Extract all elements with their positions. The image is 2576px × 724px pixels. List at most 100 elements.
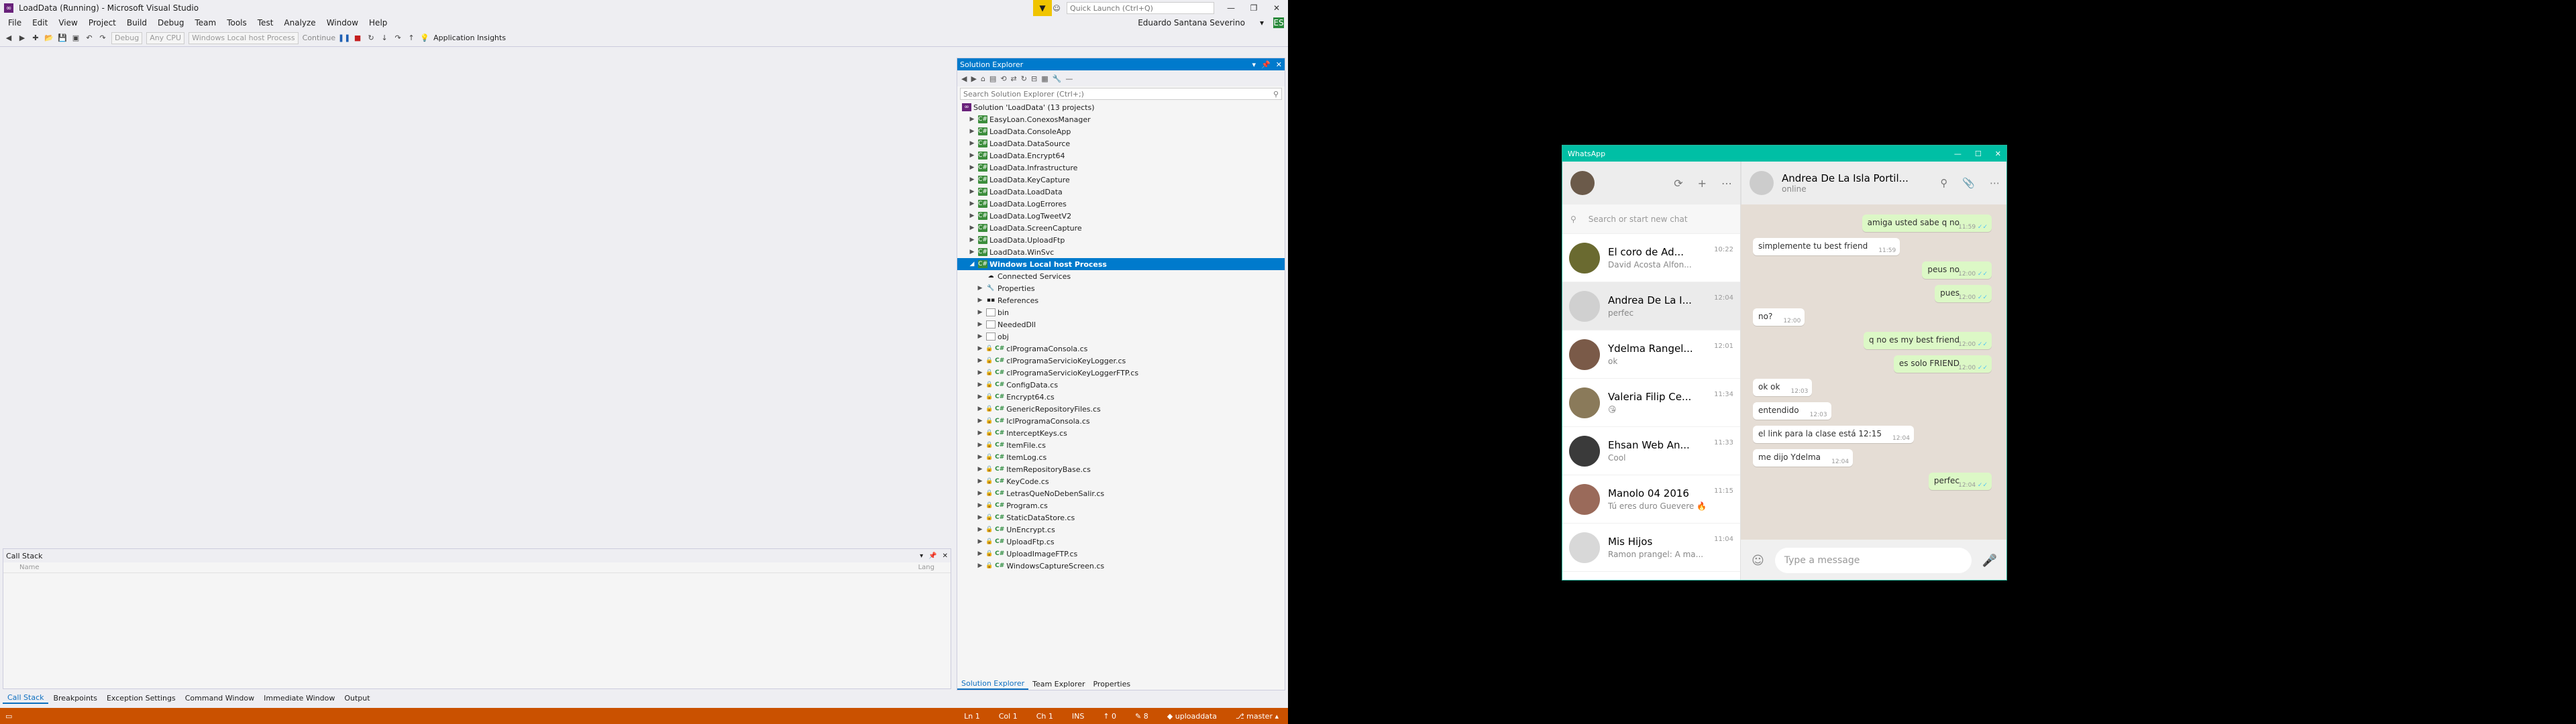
collapsed-arrow-icon[interactable]: ▶ <box>968 200 976 207</box>
tab-output[interactable]: Output <box>339 692 374 704</box>
pin-icon[interactable]: 📌 <box>1261 60 1271 69</box>
project-node[interactable]: ▶ C# LoadData.UploadFtp <box>957 234 1285 246</box>
tab-team-explorer[interactable]: Team Explorer <box>1028 678 1089 690</box>
tab-immediate-window[interactable]: Immediate Window <box>259 692 339 704</box>
project-node[interactable]: ▶ C# LoadData.WinSvc <box>957 246 1285 258</box>
project-item-node[interactable]: ▶ 🔒 C# clProgramaServicioKeyLogger.cs <box>957 355 1285 367</box>
tab-breakpoints[interactable]: Breakpoints <box>48 692 102 704</box>
notification-filter-icon[interactable]: ▼ <box>1033 0 1052 16</box>
feedback-icon[interactable]: ☺ <box>1052 3 1061 13</box>
project-item-node[interactable]: ▶ 🔒 C# UploadImageFTP.cs <box>957 548 1285 560</box>
project-item-node[interactable]: ▶ 🔒 C# ItemRepositoryBase.cs <box>957 463 1285 475</box>
show-all-files-icon[interactable]: ▦ <box>1041 74 1048 83</box>
chat-list-item[interactable]: Ydelma Rangel... 12:01 ok <box>1562 330 1740 379</box>
open-folder-icon[interactable]: 📂 <box>44 34 54 43</box>
menu-project[interactable]: Project <box>83 18 121 27</box>
project-node[interactable]: ▶ C# LoadData.ConsoleApp <box>957 125 1285 137</box>
collapsed-arrow-icon[interactable]: ▶ <box>976 309 984 316</box>
step-out-icon[interactable]: ↑ <box>407 34 416 43</box>
menu-view[interactable]: View <box>53 18 83 27</box>
new-chat-icon[interactable]: + <box>1698 177 1707 190</box>
collapsed-arrow-icon[interactable]: ▶ <box>976 502 984 509</box>
panel-close-icon[interactable]: ✕ <box>943 552 948 560</box>
project-item-node[interactable]: ▶ 🔒 C# clProgramaServicioKeyLoggerFTP.cs <box>957 367 1285 379</box>
restart-icon[interactable]: ↻ <box>366 34 376 43</box>
project-item-node[interactable]: ▶ 🔒 C# UnEncrypt.cs <box>957 524 1285 536</box>
project-item-node[interactable]: ▶ 🔒 C# IclProgramaConsola.cs <box>957 415 1285 427</box>
close-icon[interactable]: ✕ <box>1265 0 1288 16</box>
collapsed-arrow-icon[interactable]: ▶ <box>976 357 984 364</box>
minimize-icon[interactable]: — <box>1954 149 1962 158</box>
project-item-node[interactable]: ▶ 🔒 C# ConfigData.cs <box>957 379 1285 391</box>
collapsed-arrow-icon[interactable]: ▶ <box>976 490 984 497</box>
project-item-node[interactable]: ▶ 🔒 C# LetrasQueNoDebenSalir.cs <box>957 487 1285 499</box>
project-item-node[interactable]: ▶ 🔒 C# KeyCode.cs <box>957 475 1285 487</box>
profile-avatar[interactable] <box>1570 171 1595 195</box>
redo-icon[interactable]: ↷ <box>98 34 107 43</box>
sync-icon[interactable]: ⇄ <box>1011 74 1017 83</box>
search-icon[interactable]: ⚲ <box>1940 177 1947 189</box>
restore-icon[interactable]: ❐ <box>1242 0 1265 16</box>
collapsed-arrow-icon[interactable]: ▶ <box>976 333 984 340</box>
chat-list-item[interactable]: El coro de Ad... 10:22 David Acosta Alfon.… <box>1562 234 1740 282</box>
quick-launch-input[interactable]: Quick Launch (Ctrl+Q) <box>1067 2 1214 14</box>
collapsed-arrow-icon[interactable]: ▶ <box>968 140 976 147</box>
project-item-node[interactable]: ▶ 🔒 C# Program.cs <box>957 499 1285 511</box>
continue-button[interactable]: Continue <box>303 34 335 42</box>
chat-list-item[interactable]: Andrea De La I... 12:04 perfec <box>1562 282 1740 330</box>
configuration-dropdown[interactable]: Debug <box>111 32 143 44</box>
back-icon[interactable]: ◀ <box>961 74 967 83</box>
maximize-icon[interactable]: ☐ <box>1975 149 1982 158</box>
chat-list-item[interactable]: Manolo 04 2016 11:15 Tú eres duro Guevere … <box>1562 475 1740 524</box>
chat-list-item[interactable]: Ehsan Web An... 11:33 Cool <box>1562 427 1740 475</box>
collapsed-arrow-icon[interactable]: ▶ <box>976 562 984 569</box>
refresh-icon[interactable]: ↻ <box>1021 74 1027 83</box>
solution-explorer-search[interactable]: Search Solution Explorer (Ctrl+;) ⚲ <box>960 88 1282 100</box>
collapsed-arrow-icon[interactable]: ▶ <box>976 321 984 328</box>
collapsed-arrow-icon[interactable]: ▶ <box>976 454 984 461</box>
expanded-arrow-icon[interactable]: ◢ <box>968 261 976 267</box>
tab-solution-explorer[interactable]: Solution Explorer <box>957 678 1029 690</box>
application-insights-button[interactable]: Application Insights <box>433 34 506 42</box>
menu-tools[interactable]: Tools <box>221 18 252 27</box>
chat-list-item[interactable]: Valeria Filip Ce... 11:34 😘 <box>1562 379 1740 427</box>
collapsed-arrow-icon[interactable]: ▶ <box>968 237 976 243</box>
stop-icon[interactable]: ■ <box>353 34 362 43</box>
contact-name[interactable]: Andrea De La Isla Portil... <box>1782 172 1909 184</box>
incoming-message[interactable]: me dijo Ydelma 12:04 <box>1753 449 1854 467</box>
collapse-all-icon[interactable]: ⊟ <box>1031 74 1037 83</box>
collapsed-arrow-icon[interactable]: ▶ <box>968 128 976 135</box>
undo-icon[interactable]: ↶ <box>85 34 94 43</box>
tab-command-window[interactable]: Command Window <box>180 692 259 704</box>
status-publish[interactable]: ↑ 0 <box>1093 712 1126 721</box>
menu-analyze[interactable]: Analyze <box>278 18 321 27</box>
new-project-icon[interactable]: ✚ <box>31 34 40 43</box>
dropdown-icon[interactable]: ▾ <box>1252 60 1256 69</box>
contact-avatar[interactable] <box>1750 171 1774 195</box>
project-node[interactable]: ▶ C# LoadData.Encrypt64 <box>957 149 1285 162</box>
save-all-icon[interactable]: ▣ <box>71 34 80 43</box>
pause-icon[interactable]: ❚❚ <box>338 34 350 43</box>
outgoing-message[interactable]: perfec 12:04 <box>1928 473 1992 490</box>
save-icon[interactable]: 💾 <box>58 34 67 43</box>
menu-build[interactable]: Build <box>121 18 152 27</box>
outgoing-message[interactable]: es solo FRIEND 12:00 <box>1893 355 1992 373</box>
collapsed-arrow-icon[interactable]: ▶ <box>976 550 984 557</box>
outgoing-message[interactable]: q no es my best friend 12:00 <box>1863 332 1992 349</box>
collapsed-arrow-icon[interactable]: ▶ <box>968 164 976 171</box>
project-item-node[interactable]: ▶ 🔒 C# Encrypt64.cs <box>957 391 1285 403</box>
collapsed-arrow-icon[interactable]: ▶ <box>976 442 984 448</box>
minimize-icon[interactable]: — <box>1220 0 1242 16</box>
collapsed-arrow-icon[interactable]: ▶ <box>976 381 984 388</box>
menu-debug[interactable]: Debug <box>152 18 189 27</box>
incoming-message[interactable]: el link para la clase está 12:15 12:04 <box>1753 426 1914 443</box>
project-node[interactable]: ▶ C# LoadData.DataSource <box>957 137 1285 149</box>
menu-team[interactable]: Team <box>189 18 221 27</box>
project-node[interactable]: ▶ C# EasyLoan.ConexosManager <box>957 113 1285 125</box>
outgoing-message[interactable]: peus no 12:00 <box>1922 261 1992 279</box>
status-icon[interactable]: ⟳ <box>1674 177 1682 190</box>
menu-help[interactable]: Help <box>364 18 392 27</box>
attach-icon[interactable]: 📎 <box>1962 177 1975 189</box>
project-item-node[interactable]: ▶ NeededDll <box>957 318 1285 330</box>
tab-call-stack[interactable]: Call Stack <box>3 692 49 704</box>
